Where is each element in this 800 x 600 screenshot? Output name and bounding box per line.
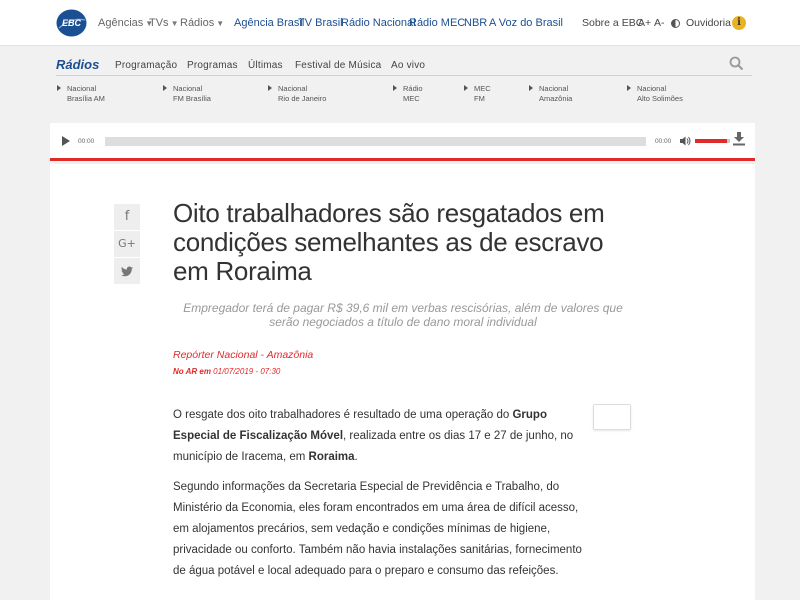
svg-text:EBC: EBC — [62, 18, 82, 28]
time-total: 00:00 — [655, 138, 672, 145]
station-line2: MEC — [403, 93, 420, 103]
nav-programas[interactable]: Programas — [187, 60, 238, 71]
contrast-icon[interactable] — [671, 19, 680, 28]
chevron-down-icon: ▼ — [170, 19, 179, 28]
station-line1: Nacional — [637, 84, 667, 93]
divider — [56, 75, 752, 76]
nav-festival-de-musica[interactable]: Festival de Música — [295, 60, 381, 71]
googleplus-icon: G+ — [118, 237, 136, 250]
link-ouvidoria[interactable]: Ouvidoria — [686, 17, 731, 29]
play-arrow-icon — [529, 85, 533, 91]
article-subtitle: Empregador terá de pagar R$ 39,6 mil em … — [183, 301, 623, 329]
paragraph-2: Segundo informações da Secretaria Especi… — [173, 481, 582, 577]
link-sobre-ebc[interactable]: Sobre a EBC — [582, 17, 643, 29]
dropdown-label: Agências — [98, 17, 144, 29]
article-title: Oito trabalhadores são resgatados em con… — [173, 198, 605, 286]
top-bar: EBC Agências ▼ TVs ▼ Rádios ▼ Agência Brasi… — [0, 0, 800, 46]
station-nacional-amazonia[interactable]: Nacional Amazônia — [529, 84, 573, 103]
audio-player: 00:00 00:00 — [50, 123, 755, 161]
station-line1: Nacional — [539, 84, 569, 93]
station-line1: MEC — [474, 84, 491, 93]
station-line1: Rádio — [403, 84, 423, 93]
ebc-logo[interactable]: EBC — [56, 9, 87, 37]
volume-slider-track[interactable] — [727, 139, 730, 143]
station-line1: Nacional — [278, 84, 308, 93]
time-elapsed: 00:00 — [78, 138, 95, 145]
twitter-share-button[interactable] — [114, 258, 140, 284]
nav-ao-vivo[interactable]: Ao vivo — [391, 60, 425, 71]
station-line2: Alto Solimões — [637, 93, 683, 103]
font-decrease-button[interactable]: A- — [654, 17, 665, 29]
volume-slider[interactable] — [695, 139, 727, 143]
play-arrow-icon — [268, 85, 272, 91]
dropdown-label: TVs — [149, 17, 169, 29]
seek-bar[interactable] — [105, 137, 646, 146]
download-icon[interactable] — [733, 132, 745, 146]
station-line2: Brasília AM — [67, 93, 105, 103]
station-line2: Rio de Janeiro — [278, 93, 327, 103]
link-radio-nacional[interactable]: Rádio Nacional — [341, 17, 416, 29]
volume-icon[interactable] — [679, 135, 691, 147]
station-line2: Amazônia — [539, 93, 573, 103]
facebook-icon: f — [124, 209, 130, 224]
chevron-down-icon: ▼ — [216, 19, 225, 28]
text-run: O resgate dos oito trabalhadores é resul… — [173, 409, 513, 421]
station-nacional-alto-solimoes[interactable]: Nacional Alto Solimões — [627, 84, 683, 103]
station-mec-fm[interactable]: MEC FM — [464, 84, 491, 103]
twitter-icon — [121, 266, 133, 277]
play-arrow-icon — [163, 85, 167, 91]
station-radio-mec[interactable]: Rádio MEC — [393, 84, 423, 103]
paragraph-1: O resgate dos oito trabalhadores é resul… — [173, 405, 583, 468]
text-run-bold: Roraima — [308, 451, 355, 463]
air-date-value: 01/07/2019 - 07:30 — [213, 367, 281, 376]
play-arrow-icon — [464, 85, 468, 91]
embed-box[interactable] — [593, 404, 631, 430]
link-a-voz-do-brasil[interactable]: A Voz do Brasil — [489, 17, 563, 29]
station-line2: FM Brasília — [173, 93, 211, 103]
station-line1: Nacional — [173, 84, 203, 93]
station-nacional-rio[interactable]: Nacional Rio de Janeiro — [268, 84, 327, 103]
link-nbr[interactable]: NBR — [464, 17, 487, 29]
section-title[interactable]: Rádios — [56, 57, 99, 72]
link-agencia-brasil[interactable]: Agência Brasil — [234, 17, 304, 29]
air-label: No AR em — [173, 367, 211, 376]
googleplus-share-button[interactable]: G+ — [114, 231, 140, 257]
font-increase-button[interactable]: A+ — [638, 17, 651, 29]
play-icon[interactable] — [62, 136, 70, 146]
dropdown-label: Rádios — [180, 17, 215, 29]
article: f G+ Oito trabalhadores são resgatados e… — [50, 164, 755, 600]
facebook-share-button[interactable]: f — [114, 204, 140, 230]
link-radio-mec[interactable]: Rádio MEC — [409, 17, 465, 29]
info-icon[interactable]: i — [732, 16, 746, 30]
reporter-name[interactable]: Repórter Nacional - Amazônia — [173, 349, 313, 361]
play-arrow-icon — [393, 85, 397, 91]
nav-ultimas[interactable]: Últimas — [248, 60, 283, 71]
station-nacional-brasilia-am[interactable]: Nacional Brasília AM — [57, 84, 105, 103]
dropdown-tvs[interactable]: TVs ▼ — [149, 17, 178, 29]
dropdown-agencias[interactable]: Agências ▼ — [98, 17, 153, 29]
play-arrow-icon — [57, 85, 61, 91]
station-line1: Nacional — [67, 84, 97, 93]
station-nacional-fm-brasilia[interactable]: Nacional FM Brasília — [163, 84, 211, 103]
search-icon[interactable] — [729, 56, 744, 71]
link-tv-brasil[interactable]: TV Brasil — [298, 17, 343, 29]
play-arrow-icon — [627, 85, 631, 91]
air-date: No AR em 01/07/2019 - 07:30 — [173, 367, 280, 376]
nav-programacao[interactable]: Programação — [115, 60, 177, 71]
dropdown-radios[interactable]: Rádios ▼ — [180, 17, 224, 29]
text-run: . — [354, 451, 358, 463]
station-line2: FM — [474, 93, 485, 103]
